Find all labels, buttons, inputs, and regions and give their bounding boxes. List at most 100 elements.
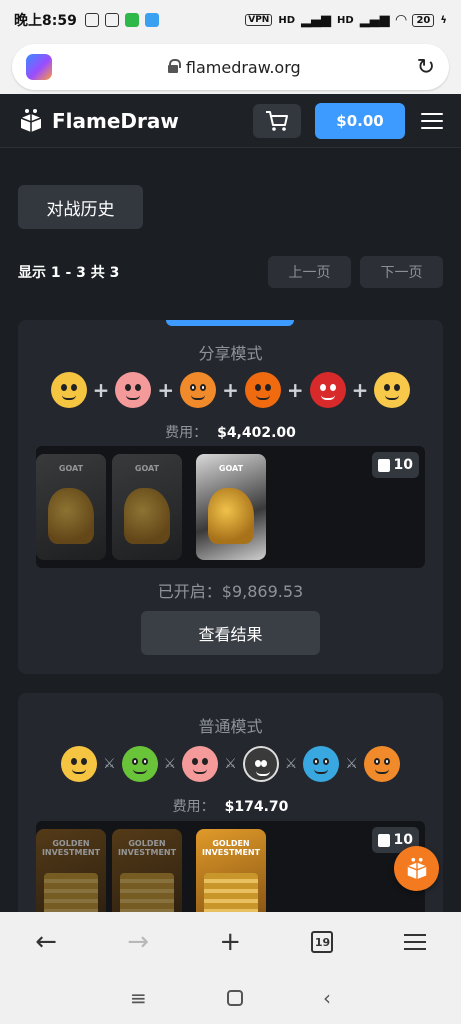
message-notification-icon: [144, 13, 159, 27]
active-tab-indicator: [166, 320, 294, 326]
url-text: flamedraw.org: [185, 57, 301, 77]
gold-bars-image: [120, 873, 174, 912]
player-avatar: [242, 746, 279, 782]
case-label: GOLDEN INVESTMENT: [117, 839, 177, 857]
case-label: GOAT: [218, 464, 244, 473]
next-page-button[interactable]: 下一页: [360, 256, 443, 288]
back-arrow-icon[interactable]: ←: [35, 927, 57, 957]
site-header: FlameDraw $0.00: [0, 94, 461, 148]
goat-image: [124, 488, 170, 544]
battery-indicator: 20: [412, 13, 435, 27]
plus-icon: +: [351, 378, 369, 402]
main-content: 对战历史 显示 1 - 3 共 3 上一页 下一页 分享模式 + + + + +…: [0, 148, 461, 912]
browser-menu-icon[interactable]: [403, 934, 426, 950]
goat-image: [208, 488, 254, 544]
player-avatar: [309, 372, 346, 408]
app-notification-icon: [124, 13, 139, 27]
player-avatar: [363, 746, 400, 782]
nfc-icon: [104, 13, 119, 27]
case-item: GOAT: [36, 454, 106, 560]
system-back-icon[interactable]: ‹: [323, 986, 331, 1010]
battle-mode-title: 分享模式: [198, 344, 263, 363]
flamedraw-logo-icon[interactable]: [18, 108, 44, 134]
cost-label: 费用：: [165, 425, 208, 441]
case-item: GOLDEN INVESTMENT: [196, 829, 266, 912]
cost-value: $174.70: [224, 799, 289, 815]
battle-card[interactable]: 普通模式 ⚔ ⚔ ⚔ ⚔ ⚔ 费用： $174.70 GOLDEN INVESTM…: [18, 693, 443, 912]
status-right: VPN HD ▂▄▆ HD ▂▄▆ ◠ 20 ϟ: [245, 12, 447, 28]
case-strip: GOLDEN INVESTMENT GOLDEN INVESTMENT GOLD…: [36, 821, 425, 912]
case-count: 10: [393, 832, 413, 848]
player-avatar: [182, 746, 219, 782]
swords-icon: ⚔: [224, 756, 237, 772]
url-display[interactable]: flamedraw.org: [52, 58, 417, 77]
prev-page-button[interactable]: 上一页: [268, 256, 351, 288]
view-results-button[interactable]: 查看结果: [141, 611, 320, 655]
swords-icon: ⚔: [345, 756, 358, 772]
swords-icon: ⚔: [103, 756, 116, 772]
forward-arrow-icon[interactable]: →: [127, 927, 149, 957]
case-item: GOLDEN INVESTMENT: [36, 829, 106, 912]
plus-icon: +: [286, 378, 304, 402]
home-icon[interactable]: [226, 990, 243, 1006]
swords-icon: ⚔: [163, 756, 177, 772]
signal-1-label: HD: [278, 14, 296, 26]
reload-icon[interactable]: ↻: [417, 55, 435, 80]
gold-bars-image: [44, 873, 98, 912]
goat-image: [48, 488, 94, 544]
case-icon: [377, 833, 390, 847]
case-label: GOLDEN INVESTMENT: [201, 839, 261, 857]
case-strip: GOAT GOAT GOAT 10: [36, 446, 425, 568]
lock-icon: [167, 59, 181, 73]
browser-toolbar: flamedraw.org ↻: [0, 40, 461, 94]
cart-icon: [266, 110, 288, 131]
battle-card[interactable]: 分享模式 + + + + + 费用： $4,402.00 GOAT GOAT G…: [18, 320, 443, 674]
status-time: 晚上8:59: [14, 13, 77, 29]
system-nav-bar: ≡ ‹: [0, 972, 461, 1024]
player-avatar: [50, 372, 87, 408]
player-avatar: [180, 372, 217, 408]
plus-icon: +: [92, 378, 110, 402]
charging-icon: ϟ: [440, 14, 447, 26]
player-avatar: [244, 372, 281, 408]
case-count-badge: 10: [371, 452, 419, 478]
recent-apps-icon[interactable]: ≡: [130, 986, 147, 1010]
browser-bottom-bar: ← → + 19: [0, 912, 461, 972]
case-item: GOAT: [196, 454, 266, 560]
case-label: GOLDEN INVESTMENT: [41, 839, 101, 857]
logo-text[interactable]: FlameDraw: [52, 109, 179, 133]
wifi-icon: ◠: [395, 12, 407, 28]
gold-bars-image: [204, 873, 258, 912]
player-avatar: [61, 746, 98, 782]
cost-value: $4,402.00: [217, 425, 296, 441]
player-avatar: [374, 372, 411, 408]
player-row: ⚔ ⚔ ⚔ ⚔ ⚔: [18, 746, 443, 782]
battle-cost: 费用： $174.70: [18, 796, 443, 816]
case-item: GOLDEN INVESTMENT: [112, 829, 182, 912]
case-label: GOAT: [58, 464, 84, 473]
cart-button[interactable]: [253, 103, 301, 138]
signal-bars-icon-2: ▂▄▆: [359, 12, 390, 28]
case-icon: [377, 458, 390, 472]
copilot-icon[interactable]: [26, 54, 52, 80]
battle-mode-title: 普通模式: [198, 717, 263, 736]
pagination-info: 显示 1 - 3 共 3: [18, 265, 120, 281]
new-tab-plus-icon[interactable]: +: [219, 927, 241, 957]
signal-2-label: HD: [337, 14, 354, 26]
case-count: 10: [393, 457, 413, 473]
menu-icon[interactable]: [421, 112, 443, 129]
status-icons: [84, 13, 159, 27]
battle-history-button[interactable]: 对战历史: [18, 185, 143, 229]
tabs-count-button[interactable]: 19: [311, 931, 334, 953]
vpn-badge: VPN: [245, 14, 273, 26]
case-label: GOAT: [134, 464, 160, 473]
cost-label: 费用：: [172, 799, 215, 815]
address-bar[interactable]: flamedraw.org ↻: [12, 44, 449, 90]
player-avatar: [121, 746, 158, 782]
case-item: GOAT: [112, 454, 182, 560]
signal-bars-icon: ▂▄▆: [301, 12, 332, 28]
balance-button[interactable]: $0.00: [315, 102, 405, 139]
battle-cost: 费用： $4,402.00: [18, 422, 443, 442]
player-avatar: [303, 746, 340, 782]
floating-gift-button[interactable]: [394, 846, 439, 891]
